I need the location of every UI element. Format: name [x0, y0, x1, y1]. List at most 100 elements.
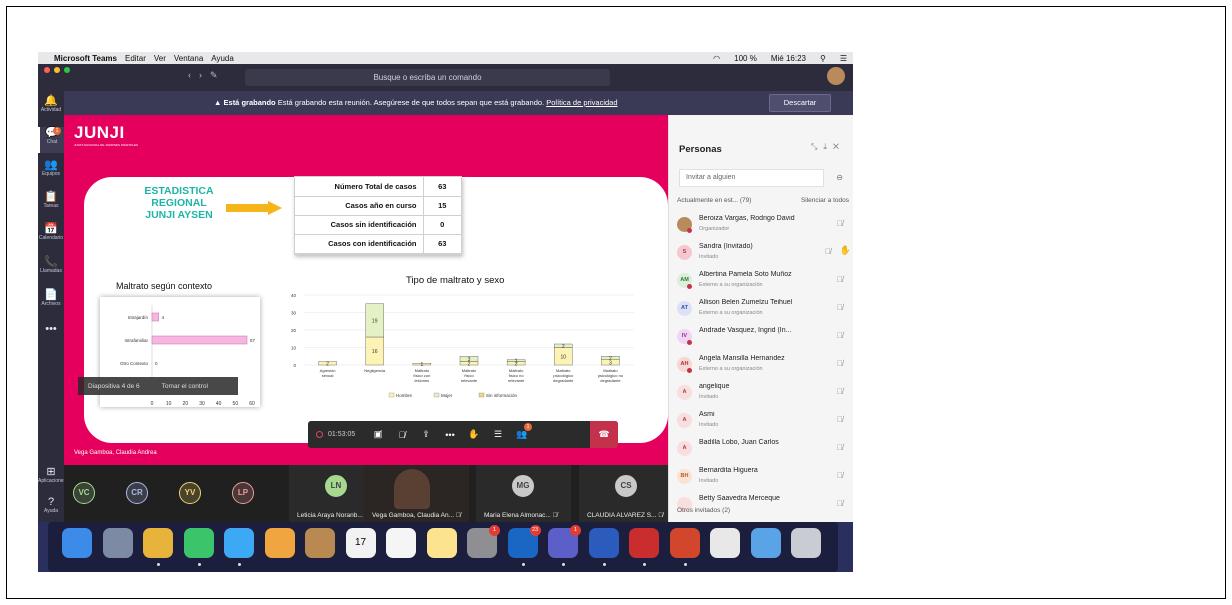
take-control-button[interactable]: Tomar el control: [162, 383, 208, 390]
other-guests[interactable]: Otros invitados (2): [677, 507, 730, 514]
menu-ver[interactable]: Ver: [154, 54, 166, 63]
trash-icon[interactable]: [791, 528, 821, 558]
participant-avatar[interactable]: LP: [232, 482, 254, 504]
mic-muted-icon[interactable]: 🎙̸: [837, 275, 843, 284]
dismiss-button[interactable]: Descartar: [769, 94, 831, 112]
contacts-icon[interactable]: [305, 528, 335, 558]
participant-role: Invitado: [699, 478, 719, 484]
battery-percent[interactable]: 100 %: [734, 54, 757, 63]
participant-row[interactable]: BH Bernardita Higuera Invitado 🎙̸: [677, 465, 847, 491]
privacy-link[interactable]: Política de privacidad: [546, 98, 617, 107]
notes-icon[interactable]: [426, 528, 457, 558]
raise-hand-icon[interactable]: ✋: [462, 429, 486, 440]
word-icon[interactable]: [588, 528, 619, 558]
chrome-icon[interactable]: [143, 528, 173, 558]
finder-icon[interactable]: [62, 528, 92, 558]
invite-input[interactable]: Invitar a alguien: [679, 169, 824, 187]
video-tile[interactable]: MG Maria Elena Almonac... 🎙̸: [476, 465, 571, 522]
participant-row[interactable]: AM Albertina Pamela Soto Muñoz Externo a s…: [677, 269, 847, 295]
link-icon[interactable]: ⊖: [836, 173, 843, 182]
menu-editar[interactable]: Editar: [125, 54, 146, 63]
rail-tareas[interactable]: 📋 Tareas: [38, 191, 64, 217]
rail-actividad[interactable]: 🔔 Actividad: [38, 95, 64, 121]
download-icon[interactable]: ⤓: [823, 142, 833, 151]
preview-icon[interactable]: [710, 528, 740, 558]
rail-calendario[interactable]: 📅 Calendario: [38, 223, 64, 249]
mic-muted-icon[interactable]: 🎙̸: [837, 219, 843, 228]
menu-app[interactable]: Microsoft Teams: [54, 54, 117, 63]
mute-all-button[interactable]: Silenciar a todos: [801, 197, 849, 204]
rail--[interactable]: •••: [38, 323, 64, 349]
rail-ayuda[interactable]: ? Ayuda: [38, 496, 64, 522]
close-icon[interactable]: ✕: [833, 142, 845, 151]
rail-label: Equipos: [41, 171, 61, 177]
screen-icon[interactable]: [750, 528, 781, 558]
participant-row[interactable]: Betty Saavedra Merceque 🎙̸: [677, 493, 847, 519]
forward-icon[interactable]: ›: [199, 70, 202, 81]
more-actions-icon[interactable]: •••: [438, 430, 462, 440]
rail-equipos[interactable]: 👥 Equipos: [38, 159, 64, 185]
clock[interactable]: Mié 16:23: [771, 54, 806, 63]
mic-muted-icon[interactable]: 🎙̸: [837, 415, 843, 424]
current-label[interactable]: Actualmente en est... (79): [677, 197, 751, 204]
mic-muted-icon[interactable]: 🎙̸: [825, 247, 831, 256]
mic-muted-icon[interactable]: 🎙̸: [837, 359, 843, 368]
participant-row[interactable]: A Asmi Invitado 🎙̸: [677, 409, 847, 435]
participant-avatar[interactable]: VC: [73, 482, 95, 504]
participant-row[interactable]: AH Angela Mansilla Hernandez Externo a su …: [677, 353, 847, 379]
calendar-icon[interactable]: 17: [345, 528, 376, 558]
chat-toggle-icon[interactable]: ☰: [486, 429, 510, 440]
camera-off-icon[interactable]: ▣̸: [366, 429, 390, 440]
system-preferences-icon[interactable]: 1: [467, 525, 500, 558]
rail-archivos[interactable]: 📄 Archivos: [38, 289, 64, 315]
mic-muted-icon[interactable]: 🎙̸: [837, 443, 843, 452]
maximize-window-icon[interactable]: [64, 67, 70, 73]
back-icon[interactable]: ‹: [188, 70, 191, 81]
mic-muted-icon[interactable]: 🎙̸: [837, 499, 843, 508]
mic-muted-icon[interactable]: 🎙̸: [837, 331, 843, 340]
spotlight-icon[interactable]: ⚲: [820, 54, 826, 63]
status-dot: [687, 368, 692, 373]
participant-row[interactable]: Beroiza Vargas, Rodrigo David Organizador…: [677, 213, 847, 239]
menu-ventana[interactable]: Ventana: [174, 54, 203, 63]
minimize-window-icon[interactable]: [54, 67, 60, 73]
wifi-icon[interactable]: ◠: [713, 54, 720, 63]
teams-icon[interactable]: 1: [548, 525, 581, 558]
rail-aplicaciones[interactable]: ⊞ Aplicaciones: [38, 466, 66, 492]
participant-avatar[interactable]: CR: [126, 482, 148, 504]
close-window-icon[interactable]: [44, 67, 50, 73]
cases-table: Número Total de casos 63 Casos año en curs…: [294, 176, 462, 255]
facetime-icon[interactable]: [183, 528, 214, 558]
menu-ayuda[interactable]: Ayuda: [211, 54, 234, 63]
participant-row[interactable]: Aangelique Invitado 🎙̸: [677, 381, 847, 407]
mic-muted-icon[interactable]: 🎙̸: [837, 387, 843, 396]
photos-icon[interactable]: [264, 528, 295, 558]
compose-icon[interactable]: ✎: [210, 70, 218, 81]
share-screen-icon[interactable]: ⇪: [414, 429, 438, 440]
reminders-icon[interactable]: [386, 528, 416, 558]
video-tile[interactable]: CS CLAUDIA ALVAREZ S... 🎙̸: [579, 465, 674, 522]
video-tile[interactable]: Vega Gamboa, Claudia An... 🎙̸: [364, 465, 469, 522]
participant-row[interactable]: S Sandra (Invitado) Invitado ✋ 🎙̸: [677, 241, 851, 267]
mic-muted-icon[interactable]: 🎙̸: [837, 471, 843, 480]
mic-off-icon[interactable]: 🎙̸: [390, 430, 414, 440]
participant-row[interactable]: IV Andrade Vasquez, Ingrid (In... 🎙̸: [677, 325, 847, 351]
powerpoint-icon[interactable]: [669, 528, 700, 558]
launchpad-icon[interactable]: [102, 528, 133, 558]
messages-icon[interactable]: [224, 528, 254, 558]
mic-muted-icon[interactable]: 🎙̸: [837, 303, 843, 312]
rail-chat[interactable]: 💬 1 Chat: [38, 127, 64, 153]
participant-row[interactable]: A Badilla Lobo, Juan Carlos 🎙̸: [677, 437, 847, 463]
participants-icon[interactable]: 👥 1: [510, 423, 534, 440]
hang-up-button[interactable]: ☎: [590, 421, 618, 448]
search-input[interactable]: Busque o escriba un comando: [245, 69, 610, 86]
outlook-icon[interactable]: 23: [507, 525, 541, 558]
rail-llamadas[interactable]: 📞 Llamadas: [38, 256, 64, 282]
control-center-icon[interactable]: ☰: [840, 54, 847, 63]
participant-avatar[interactable]: YV: [179, 482, 201, 504]
current-section[interactable]: Actualmente en est... (79) Silenciar a t…: [677, 197, 849, 204]
user-avatar[interactable]: [827, 67, 845, 85]
acrobat-icon[interactable]: [629, 528, 659, 558]
participant-row[interactable]: AT Allison Belen Zumelzu Teihuel Externo a…: [677, 297, 847, 323]
collapse-icon[interactable]: ⤡: [811, 142, 823, 151]
